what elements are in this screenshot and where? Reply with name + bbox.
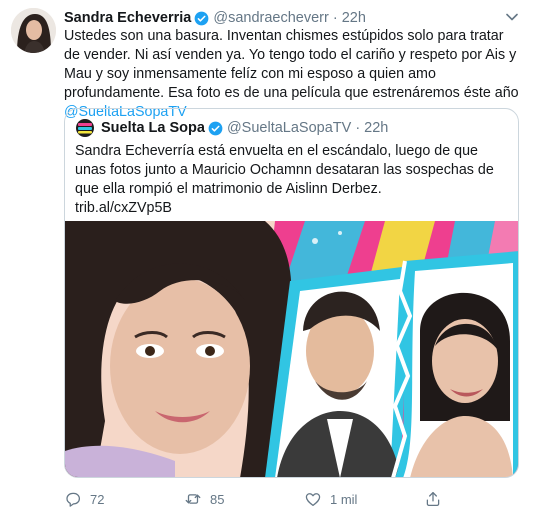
- reply-icon: [66, 492, 81, 507]
- quoted-tweet[interactable]: Suelta La Sopa @SueltaLaSopaTV · 22h San…: [64, 108, 519, 478]
- like-icon: [305, 493, 321, 507]
- quoted-tweet-header: Suelta La Sopa @SueltaLaSopaTV · 22h: [75, 118, 388, 138]
- chevron-down-icon[interactable]: [505, 10, 519, 24]
- share-icon: [426, 491, 440, 507]
- like-button[interactable]: 1 mil: [304, 490, 424, 508]
- quoted-timestamp[interactable]: 22h: [364, 120, 388, 136]
- quoted-author-handle[interactable]: @SueltaLaSopaTV: [227, 120, 351, 136]
- quoted-link[interactable]: trib.al/cxZVp5B: [75, 199, 511, 218]
- quoted-body: Sandra Echeverría está envuelta en el es…: [75, 143, 494, 197]
- like-count: 1 mil: [330, 491, 358, 507]
- tweet-header: Sandra Echeverria @sandraecheverr · 22h: [64, 8, 505, 28]
- quoted-tweet-text: Sandra Echeverría está envuelta en el es…: [75, 142, 511, 218]
- separator-dot: ·: [355, 120, 361, 136]
- tweet: Sandra Echeverria @sandraecheverr · 22h …: [0, 0, 535, 518]
- retweet-count: 85: [210, 491, 225, 507]
- share-button[interactable]: [424, 490, 442, 508]
- author-name[interactable]: Sandra Echeverria: [64, 10, 191, 26]
- tweet-body: Ustedes son una basura. Inventan chismes…: [64, 28, 519, 101]
- timestamp[interactable]: 22h: [342, 10, 366, 26]
- tweet-actions: 72 85 1 mil: [64, 488, 524, 510]
- author-avatar[interactable]: [11, 8, 56, 53]
- quoted-tweet-image[interactable]: [65, 221, 519, 478]
- separator-dot: ·: [332, 10, 338, 26]
- quoted-author-avatar: [75, 118, 95, 138]
- retweet-icon: [185, 494, 201, 504]
- verified-badge-icon: [194, 11, 209, 25]
- reply-button[interactable]: 72: [64, 490, 184, 508]
- retweet-button[interactable]: 85: [184, 490, 304, 508]
- reply-count: 72: [90, 491, 105, 507]
- quoted-author-name[interactable]: Suelta La Sopa: [101, 120, 205, 136]
- author-handle[interactable]: @sandraecheverr: [213, 10, 328, 26]
- verified-badge-icon: [208, 121, 223, 135]
